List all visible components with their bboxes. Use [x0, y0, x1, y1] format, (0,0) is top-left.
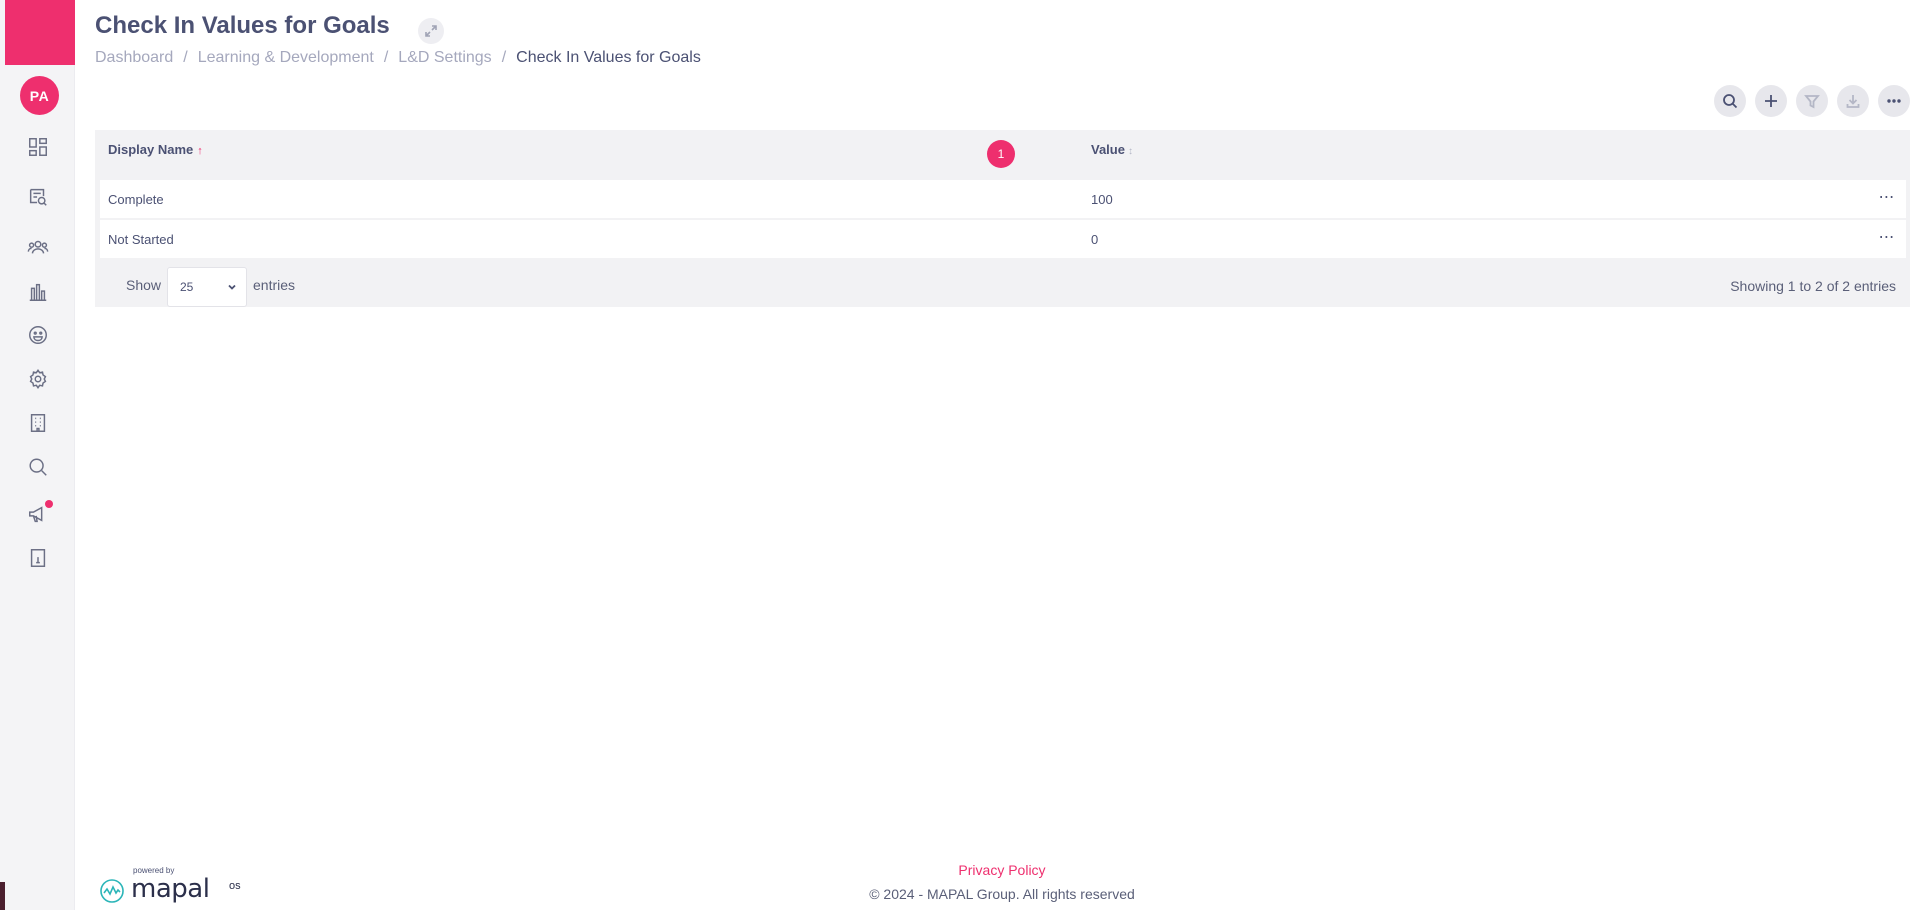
- breadcrumb-separator: /: [501, 49, 507, 66]
- plus-icon: [1765, 95, 1777, 107]
- cell-display-name: Complete: [108, 191, 164, 207]
- toolbar: [1714, 85, 1910, 117]
- breadcrumb-separator: /: [383, 49, 389, 66]
- megaphone-icon[interactable]: [26, 500, 53, 526]
- breadcrumb-separator: /: [183, 49, 188, 66]
- breadcrumb-learning-development[interactable]: Learning & Development: [198, 49, 374, 66]
- copyright-text: © 2024 - MAPAL Group. All rights reserve…: [869, 886, 1135, 902]
- pagination-page-1[interactable]: 1: [987, 140, 1015, 168]
- entries-label: entries: [253, 277, 296, 293]
- privacy-policy-link[interactable]: Privacy Policy: [0, 862, 1923, 878]
- breadcrumb-dashboard[interactable]: Dashboard: [95, 49, 173, 66]
- expand-button[interactable]: [418, 18, 444, 44]
- gear-icon[interactable]: [26, 367, 50, 391]
- chevron-down-icon: [226, 281, 238, 293]
- cell-value: 0: [1091, 231, 1099, 247]
- notification-dot: [45, 500, 53, 508]
- download-button[interactable]: [1837, 85, 1869, 117]
- page-size-select[interactable]: 25: [167, 267, 247, 307]
- column-header-value[interactable]: Value ↕: [1091, 142, 1133, 157]
- dashboard-icon[interactable]: [26, 135, 50, 159]
- filter-icon: [1804, 95, 1820, 109]
- filter-button[interactable]: [1796, 85, 1828, 117]
- row-more-icon[interactable]: ⋯: [1878, 189, 1896, 207]
- bar-chart-icon[interactable]: [26, 280, 50, 304]
- search-icon[interactable]: [26, 455, 50, 479]
- more-button[interactable]: [1878, 85, 1910, 117]
- search-button[interactable]: [1714, 85, 1746, 117]
- download-icon: [1846, 95, 1860, 108]
- page-title: Check In Values for Goals: [95, 12, 390, 39]
- add-button[interactable]: [1755, 85, 1787, 117]
- more-icon: [1887, 99, 1901, 103]
- row-more-icon[interactable]: ⋯: [1878, 229, 1896, 247]
- show-label: Show: [126, 277, 162, 293]
- search-document-icon[interactable]: [26, 185, 50, 209]
- table-row[interactable]: Complete 100 ⋯: [100, 180, 1906, 218]
- expand-icon: [425, 25, 437, 37]
- page-size-value: 25: [180, 280, 194, 294]
- table-row[interactable]: Not Started 0 ⋯: [100, 220, 1906, 258]
- building-icon[interactable]: [26, 411, 50, 435]
- breadcrumb: Dashboard / Learning & Development / L&D Set…: [95, 49, 701, 67]
- search-icon: [1723, 94, 1738, 109]
- brand-logo-block[interactable]: [5, 0, 75, 65]
- info-book-icon[interactable]: [26, 546, 50, 570]
- people-icon[interactable]: [26, 235, 50, 259]
- avatar[interactable]: PA: [20, 76, 59, 115]
- sort-ascending-icon: ↑: [197, 144, 203, 157]
- breadcrumb-current: Check In Values for Goals: [516, 49, 701, 66]
- cell-display-name: Not Started: [108, 231, 174, 247]
- sort-icon: ↕: [1127, 145, 1133, 157]
- sidebar: PA: [0, 0, 75, 910]
- breadcrumb-ld-settings[interactable]: L&D Settings: [398, 49, 491, 66]
- table-info: Showing 1 to 2 of 2 entries: [1730, 278, 1896, 294]
- smiley-icon[interactable]: [26, 323, 50, 347]
- column-header-display-name[interactable]: Display Name ↑: [108, 142, 203, 157]
- cell-value: 100: [1091, 191, 1113, 207]
- table-footer: Show 25 entries Showing 1 to 2 of 2 entr…: [95, 263, 1910, 307]
